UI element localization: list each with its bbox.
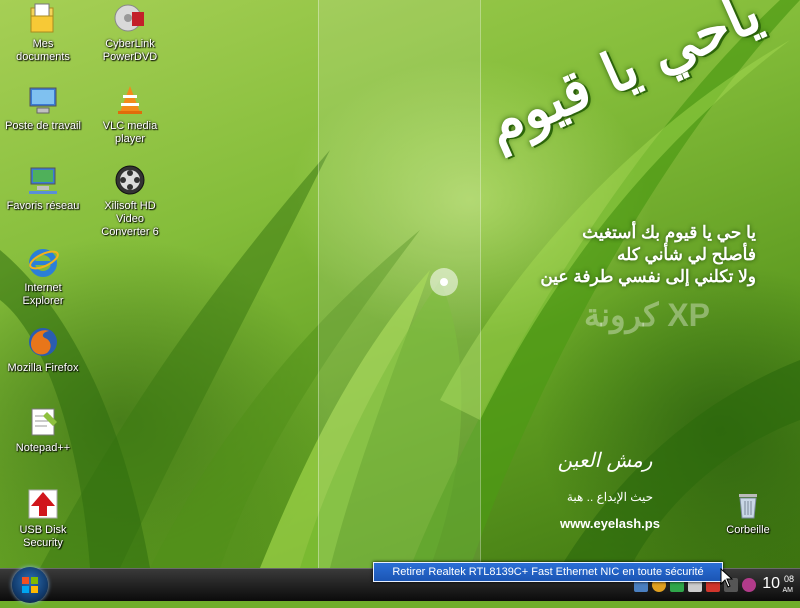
clock-ampm: AM xyxy=(782,587,794,594)
desktop-icon-label: Favoris réseau xyxy=(6,200,80,212)
start-button[interactable] xyxy=(12,567,48,603)
notepad-plus-plus-icon xyxy=(27,406,59,438)
windows-orb-icon xyxy=(22,577,38,593)
wallpaper-brand: كرونة XP xyxy=(584,297,710,333)
desktop-icon-label: Corbeille xyxy=(726,524,770,536)
wallpaper-website: www.eyelash.ps xyxy=(560,516,660,531)
desktop-icon-label: USB Disk Security xyxy=(19,524,67,549)
clock-minutes: 08 xyxy=(783,574,794,584)
desktop-icon-label: Poste de travail xyxy=(5,120,81,132)
desktop-icon-label: VLC media player xyxy=(102,120,158,145)
desktop: ياحي يا قيوم يا حي يا قيوم بك أستغيث فأص… xyxy=(0,0,800,568)
desktop-icon-powerdvd[interactable]: CyberLink PowerDVD xyxy=(92,2,168,64)
desktop-icon-label: CyberLink PowerDVD xyxy=(102,38,158,63)
firefox-icon xyxy=(27,326,59,358)
desktop-icon-video-converter[interactable]: Xilisoft HD Video Converter 6 xyxy=(92,164,168,239)
desktop-icon-usb-disk-security[interactable]: USB Disk Security xyxy=(5,488,81,550)
desktop-icon-network-places[interactable]: Favoris réseau xyxy=(5,164,81,213)
network-places-icon xyxy=(27,164,59,196)
internet-explorer-icon xyxy=(27,246,59,278)
tray-security-icon[interactable] xyxy=(742,578,756,592)
poem-line: ولا تكلني إلى نفسي طرفة عين xyxy=(540,267,756,286)
poem-line: يا حي يا قيوم بك أستغيث xyxy=(582,223,756,242)
light-edge-left xyxy=(318,0,319,568)
safely-remove-balloon[interactable]: Retirer Realtek RTL8139C+ Fast Ethernet … xyxy=(373,562,723,582)
usb-disk-security-icon xyxy=(27,488,59,520)
desktop-icon-label: Internet Explorer xyxy=(22,282,64,307)
recycle-bin-icon xyxy=(732,488,764,520)
desktop-icon-firefox[interactable]: Mozilla Firefox xyxy=(5,326,81,375)
wallpaper-signature: رمش العين xyxy=(557,448,653,472)
wallpaper-tagline: حيث الإبداع .. هبة xyxy=(566,490,654,504)
desktop-icon-label: Xilisoft HD Video Converter 6 xyxy=(101,200,159,238)
poem-text: يا حي يا قيوم بك أستغيث فأصلح لي شأني كل… xyxy=(470,222,756,288)
video-converter-icon xyxy=(114,164,146,196)
light-band xyxy=(318,0,480,568)
desktop-icon-vlc[interactable]: VLC media player xyxy=(92,84,168,146)
desktop-icon-internet-explorer[interactable]: Internet Explorer xyxy=(5,246,81,308)
vlc-icon xyxy=(114,84,146,116)
my-documents-icon xyxy=(27,2,59,34)
desktop-icon-label: Notepad++ xyxy=(15,442,71,454)
desktop-icon-label: Mes documents xyxy=(16,38,70,63)
my-computer-icon xyxy=(27,84,59,116)
mouse-cursor-icon xyxy=(720,568,734,588)
desktop-icon-label: Mozilla Firefox xyxy=(7,362,79,374)
powerdvd-icon xyxy=(114,2,146,34)
poem-line: فأصلح لي شأني كله xyxy=(616,245,756,264)
clock-hour[interactable]: 10 xyxy=(762,575,780,593)
desktop-icon-my-computer[interactable]: Poste de travail xyxy=(5,84,81,133)
desktop-icon-my-documents[interactable]: Mes documents xyxy=(5,2,81,64)
desktop-icon-notepad-plus-plus[interactable]: Notepad++ xyxy=(5,406,81,455)
desktop-icon-recycle-bin[interactable]: Corbeille xyxy=(710,488,786,537)
